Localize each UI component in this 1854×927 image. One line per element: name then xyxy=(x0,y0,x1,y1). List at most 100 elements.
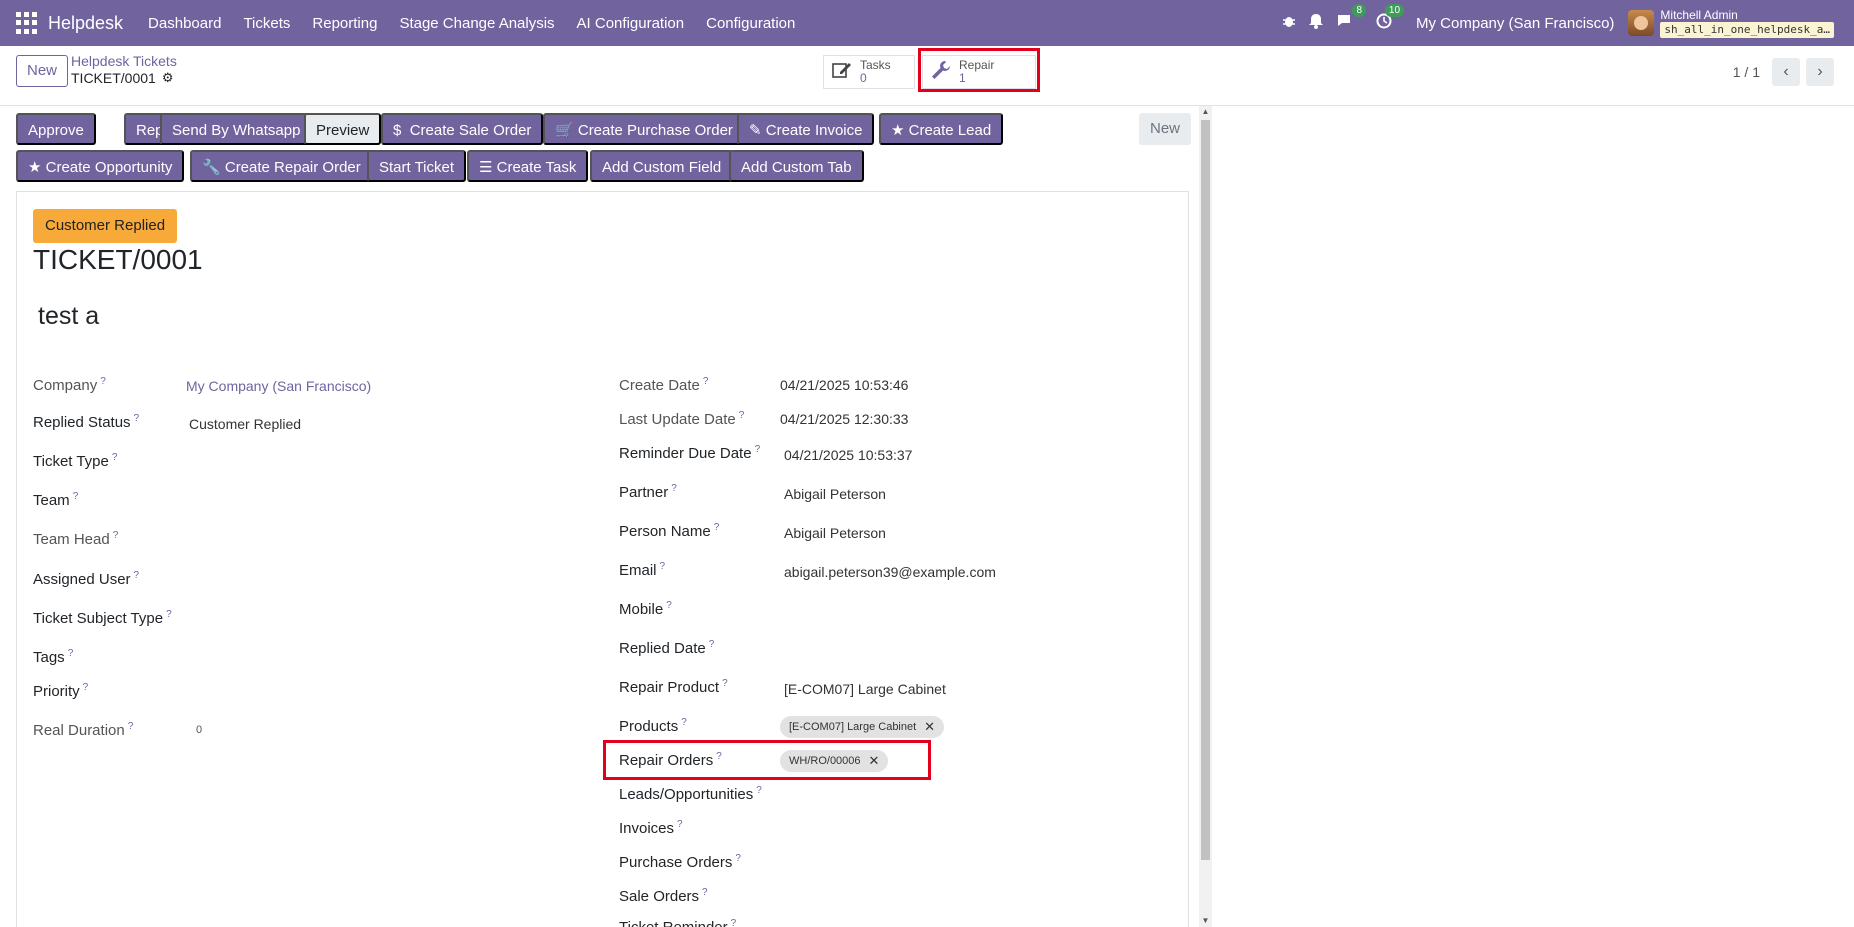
create-opportunity-label: Create Opportunity xyxy=(45,159,173,176)
cart-icon: 🛒 xyxy=(555,122,574,139)
preview-button[interactable]: Preview xyxy=(304,113,382,145)
menu-stage-change-analysis[interactable]: Stage Change Analysis xyxy=(388,15,565,32)
product-tag[interactable]: [E-COM07] Large Cabinet ✕ xyxy=(780,716,945,738)
debug-bug-icon[interactable] xyxy=(1282,14,1296,32)
team-label: Team? xyxy=(33,491,79,509)
real-duration-label: Real Duration? xyxy=(33,721,134,739)
create-lead-button[interactable]: ★ Create Lead xyxy=(879,113,1004,145)
partner-value[interactable]: Abigail Peterson xyxy=(784,486,886,502)
replied-status-label: Replied Status? xyxy=(33,413,140,431)
email-label: Email? xyxy=(619,561,666,579)
team-head-label: Team Head? xyxy=(33,530,119,548)
menu-reporting[interactable]: Reporting xyxy=(301,15,388,32)
add-custom-field-button[interactable]: Add Custom Field xyxy=(590,150,734,182)
last-update-date-label: Last Update Date? xyxy=(619,410,745,428)
star-icon: ★ xyxy=(28,159,42,176)
pager-prev-icon[interactable]: ‹ xyxy=(1772,58,1800,86)
user-name: Mitchell Admin xyxy=(1660,7,1738,22)
menu-tickets[interactable]: Tickets xyxy=(232,15,301,32)
ticket-subject[interactable]: test a xyxy=(38,302,99,331)
repair-smart-button-highlight xyxy=(918,48,1040,92)
activities-clock-icon[interactable]: 10 xyxy=(1376,4,1405,33)
repair-product-value[interactable]: [E-COM07] Large Cabinet xyxy=(784,681,946,697)
status-badge: Customer Replied xyxy=(33,209,178,243)
scroll-up-icon[interactable]: ▲ xyxy=(1199,106,1212,118)
partner-label: Partner? xyxy=(619,483,677,501)
create-invoice-button[interactable]: ✎ Create Invoice xyxy=(737,113,875,145)
purchase-orders-label: Purchase Orders? xyxy=(619,853,741,871)
apps-menu-icon[interactable] xyxy=(16,12,38,34)
sale-orders-label: Sale Orders? xyxy=(619,887,708,905)
product-tag-label: [E-COM07] Large Cabinet xyxy=(789,721,917,733)
create-sale-order-label: Create Sale Order xyxy=(409,122,532,139)
breadcrumb: Helpdesk Tickets TICKET/0001 ⚙ xyxy=(71,53,177,87)
close-icon[interactable]: ✕ xyxy=(924,716,935,738)
pager-value[interactable]: 1 / 1 xyxy=(1733,64,1760,80)
breadcrumb-current: TICKET/0001 ⚙ xyxy=(71,69,177,87)
user-menu[interactable]: Mitchell Admin sh_all_in_one_helpdesk_a… xyxy=(1660,7,1834,38)
priority-label: Priority? xyxy=(33,682,89,700)
menu-dashboard[interactable]: Dashboard xyxy=(137,15,232,32)
create-invoice-label: Create Invoice xyxy=(765,122,863,139)
create-purchase-order-button[interactable]: 🛒 Create Purchase Order xyxy=(543,113,745,145)
add-custom-tab-button[interactable]: Add Custom Tab xyxy=(729,150,864,182)
ticket-subject-type-label: Ticket Subject Type? xyxy=(33,609,172,627)
stage-new[interactable]: New xyxy=(1139,113,1192,145)
assigned-user-label: Assigned User? xyxy=(33,570,140,588)
create-date-value: 04/21/2025 10:53:46 xyxy=(780,377,909,393)
tags-label: Tags? xyxy=(33,648,74,666)
create-purchase-order-label: Create Purchase Order xyxy=(577,122,733,139)
page-title: TICKET/0001 xyxy=(33,244,203,275)
tasks-count: 0 xyxy=(860,71,867,85)
messages-badge: 8 xyxy=(1352,4,1367,17)
products-label: Products? xyxy=(619,717,687,735)
menu-ai-configuration[interactable]: AI Configuration xyxy=(566,15,696,32)
gear-icon[interactable]: ⚙ xyxy=(162,69,174,87)
edit-icon: ✎ xyxy=(749,122,762,139)
edit-icon xyxy=(832,61,852,84)
list-icon: ☰ xyxy=(479,159,493,176)
wrench-icon: 🔧 xyxy=(202,159,221,176)
company-switcher[interactable]: My Company (San Francisco) xyxy=(1416,15,1614,32)
mobile-label: Mobile? xyxy=(619,600,672,618)
app-brand[interactable]: Helpdesk xyxy=(48,13,123,34)
reminder-due-date-label: Reminder Due Date? xyxy=(619,444,761,462)
create-sale-order-button[interactable]: $ Create Sale Order xyxy=(381,113,544,145)
avatar[interactable] xyxy=(1628,10,1655,36)
pager-next-icon[interactable]: › xyxy=(1806,58,1834,86)
replied-status-value[interactable]: Customer Replied xyxy=(189,416,301,432)
create-date-label: Create Date? xyxy=(619,376,709,394)
scroll-thumb[interactable] xyxy=(1201,120,1210,860)
tasks-smart-button[interactable]: Tasks 0 xyxy=(823,55,915,89)
send-by-whatsapp-button[interactable]: Send By Whatsapp xyxy=(160,113,313,145)
top-navbar: Helpdesk Dashboard Tickets Reporting Sta… xyxy=(0,0,1854,46)
breadcrumb-parent[interactable]: Helpdesk Tickets xyxy=(71,53,177,69)
create-task-button[interactable]: ☰ Create Task xyxy=(467,150,589,182)
messages-icon[interactable]: 8 xyxy=(1336,4,1367,33)
approve-button[interactable]: Approve xyxy=(16,113,96,145)
pager: 1 / 1 ‹ › xyxy=(1733,58,1834,86)
invoices-label: Invoices? xyxy=(619,819,683,837)
star-icon: ★ xyxy=(891,122,905,139)
email-value[interactable]: abigail.peterson39@example.com xyxy=(784,564,996,580)
repair-product-label: Repair Product? xyxy=(619,678,728,696)
bell-icon[interactable] xyxy=(1308,13,1324,33)
form-sheet xyxy=(16,191,1189,927)
new-record-button[interactable]: New xyxy=(16,55,69,87)
scroll-down-icon[interactable]: ▼ xyxy=(1199,915,1212,927)
replied-date-label: Replied Date? xyxy=(619,639,715,657)
start-ticket-button[interactable]: Start Ticket xyxy=(367,150,467,182)
scrollbar[interactable]: ▲ ▼ xyxy=(1199,106,1212,927)
menu-configuration[interactable]: Configuration xyxy=(695,15,806,32)
create-task-label: Create Task xyxy=(496,159,577,176)
person-name-label: Person Name? xyxy=(619,522,720,540)
create-opportunity-button[interactable]: ★ Create Opportunity xyxy=(16,150,185,182)
real-duration-value: 0 xyxy=(196,724,203,736)
database-name: sh_all_in_one_helpdesk_a… xyxy=(1660,21,1834,38)
last-update-date-value: 04/21/2025 12:30:33 xyxy=(780,411,909,427)
create-repair-order-button[interactable]: 🔧 Create Repair Order xyxy=(190,150,373,182)
company-value[interactable]: My Company (San Francisco) xyxy=(186,378,371,394)
dollar-icon: $ xyxy=(393,122,402,139)
reminder-due-date-value[interactable]: 04/21/2025 10:53:37 xyxy=(784,447,912,463)
person-name-value[interactable]: Abigail Peterson xyxy=(784,525,886,541)
